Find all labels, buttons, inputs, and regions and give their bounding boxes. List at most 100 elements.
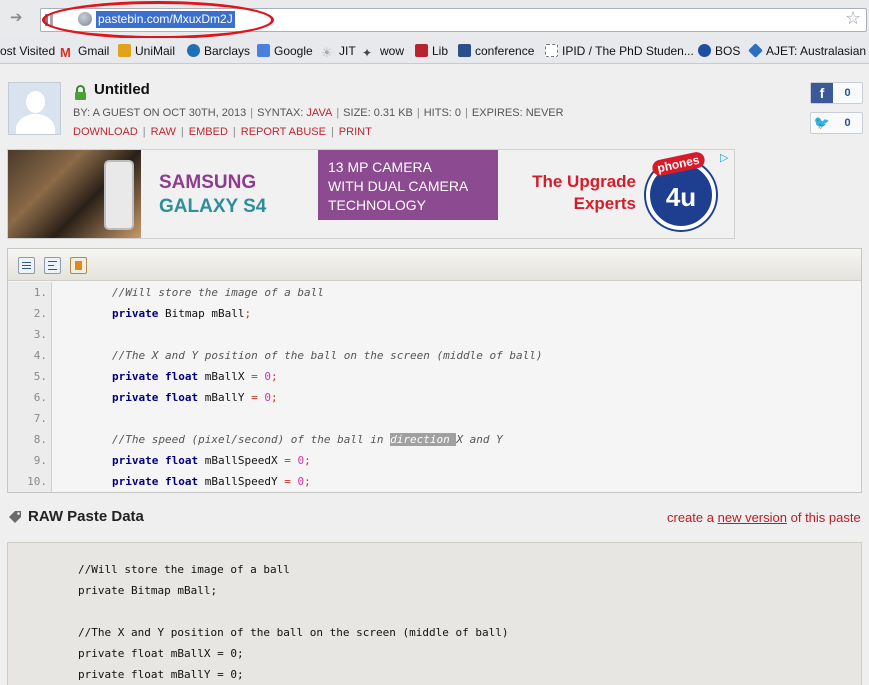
barclays-icon — [187, 44, 200, 57]
code-token: mBallSpeedX — [198, 454, 285, 467]
meta-separator: | — [250, 107, 254, 119]
ad-feature-box: 13 MP CAMERA WITH DUAL CAMERA TECHNOLOGY — [318, 150, 498, 220]
action-separator: | — [180, 126, 184, 138]
copy-clipboard-icon[interactable] — [70, 257, 87, 274]
meta-expires: EXPIRES: NEVER — [471, 107, 564, 119]
ad-brand-line1: SAMSUNG — [159, 172, 257, 193]
report-abuse-link[interactable]: REPORT ABUSE — [241, 126, 326, 138]
code-token: //The X and Y position of the ball on th… — [112, 349, 543, 362]
code-token: = — [284, 475, 291, 488]
code-token: direction — [390, 433, 457, 446]
code-token: = — [251, 391, 258, 404]
create-new-version: create a new version of this paste — [667, 510, 861, 525]
download-link[interactable]: DOWNLOAD — [73, 126, 138, 138]
create-prefix: create a — [667, 510, 714, 525]
toggle-wrap-icon[interactable] — [44, 257, 61, 274]
action-separator: | — [142, 126, 146, 138]
code-text: //Will store the image of a ball — [112, 282, 324, 303]
bookmark-label: AJET: Australasian J... — [766, 44, 869, 58]
code-text: private float mBallSpeedX = 0; — [112, 450, 311, 471]
ad-banner[interactable]: SAMSUNG GALAXY S4 13 MP CAMERA WITH DUAL… — [7, 149, 735, 239]
code-line: 9. private float mBallSpeedX = 0; — [8, 450, 861, 471]
raw-line: private float mBallY = 0; — [78, 668, 244, 681]
code-token: float — [164, 391, 199, 404]
ad-tagline: The Upgrade Experts — [528, 171, 636, 215]
code-token: private — [112, 475, 159, 488]
ad-brand: SAMSUNG GALAXY S4 — [159, 171, 266, 219]
code-text: private float mBallSpeedY = 0; — [112, 471, 311, 492]
bookmark-google[interactable]: Google — [257, 43, 313, 59]
star-icon[interactable]: ☆ — [845, 9, 861, 29]
bookmark-label: ost Visited — [0, 44, 56, 58]
bookmark-conference[interactable]: conference — [458, 43, 534, 59]
raw-paste-textarea[interactable]: //Will store the image of a ball private… — [7, 542, 862, 685]
line-number: 3. — [8, 324, 52, 345]
action-separator: | — [232, 126, 236, 138]
toggle-line-numbers-icon[interactable] — [18, 257, 35, 274]
code-token: float — [164, 475, 199, 488]
embed-link[interactable]: EMBED — [189, 126, 228, 138]
browser-toolbar: ➔ pastebin.com/MxuxDm2J ☆ — [0, 0, 869, 39]
raw-link[interactable]: RAW — [151, 126, 176, 138]
code-token: //The speed (pixel/second) of the ball i… — [112, 433, 391, 446]
twitter-share-button[interactable]: 🐦 0 — [810, 112, 863, 134]
line-number: 4. — [8, 345, 52, 366]
twitter-icon: 🐦 — [813, 115, 831, 130]
lib-icon — [415, 44, 428, 57]
code-token: mBallY — [198, 391, 252, 404]
line-number: 10. — [8, 471, 52, 492]
gmail-icon: M — [60, 45, 71, 60]
code-line: 6. private float mBallY = 0; — [8, 387, 861, 408]
raw-line: //Will store the image of a ball — [78, 563, 290, 576]
ad-feature-line: WITH DUAL CAMERA — [328, 178, 469, 194]
back-arrow-icon[interactable]: ➔ — [10, 9, 26, 25]
bookmark-label: IPID / The PhD Studen... — [562, 44, 694, 58]
logo-top-text: phones — [650, 150, 706, 178]
bookmark-jit[interactable]: ☀ JIT — [321, 43, 356, 60]
bookmark-label: Gmail — [78, 44, 110, 58]
code-token: ; — [270, 370, 278, 383]
code-line: 4. //The X and Y position of the ball on … — [8, 345, 861, 366]
bookmark-unimail[interactable]: UniMail — [118, 43, 175, 59]
code-token: = — [251, 370, 258, 383]
conference-icon — [458, 44, 471, 57]
bookmark-label: Lib — [432, 44, 449, 58]
bookmark-gmail[interactable]: M Gmail — [60, 43, 110, 60]
google-icon — [257, 44, 270, 57]
code-token: ; — [270, 391, 278, 404]
page-icon — [545, 44, 558, 57]
print-link[interactable]: PRINT — [339, 126, 372, 138]
code-lines: 1. //Will store the image of a ball 2. priv… — [8, 282, 861, 492]
code-line: 3. — [8, 324, 861, 345]
bookmark-ipid[interactable]: IPID / The PhD Studen... — [545, 43, 694, 59]
bookmark-wow[interactable]: ✦ wow — [362, 43, 405, 60]
meta-hits: HITS: 0 — [423, 107, 462, 119]
bookmark-ajet[interactable]: AJET: Australasian J... — [748, 43, 869, 59]
adchoices-icon[interactable]: ▷ — [720, 152, 732, 164]
raw-line: private Bitmap mBall; — [78, 584, 218, 597]
code-token: ; — [304, 475, 311, 488]
pastebin-page: Untitled BY: A GUEST ON OCT 30TH, 2013 | S… — [0, 65, 869, 685]
meta-separator: | — [416, 107, 420, 119]
bookmark-barclays[interactable]: Barclays — [187, 43, 250, 59]
bookmarks-bar: ost Visited M Gmail UniMail Barclays Goog… — [0, 38, 869, 64]
bookmark-bos[interactable]: BOS — [698, 43, 740, 59]
facebook-share-button[interactable]: f 0 — [810, 82, 863, 104]
meta-separator: | — [336, 107, 340, 119]
ad-brand-line2: GALAXY S4 — [159, 196, 267, 217]
bookmark-label: wow — [380, 44, 405, 58]
logo-main-text: 4u — [665, 182, 697, 212]
code-token: ; — [244, 307, 252, 320]
raw-paste-title: RAW Paste Data — [28, 508, 144, 525]
meta-syntax-link[interactable]: JAVA — [306, 107, 332, 119]
bookmark-most-visited[interactable]: ost Visited — [0, 43, 55, 59]
bookmark-label: UniMail — [135, 44, 176, 58]
bookmark-lib[interactable]: Lib — [415, 43, 448, 59]
red-annotation-ellipse — [42, 1, 274, 39]
code-token: ; — [304, 454, 311, 467]
new-version-link[interactable]: new version — [718, 510, 787, 525]
ajet-icon — [748, 43, 763, 58]
code-token: Bitmap mBall — [158, 307, 245, 320]
code-token: private — [112, 454, 159, 467]
